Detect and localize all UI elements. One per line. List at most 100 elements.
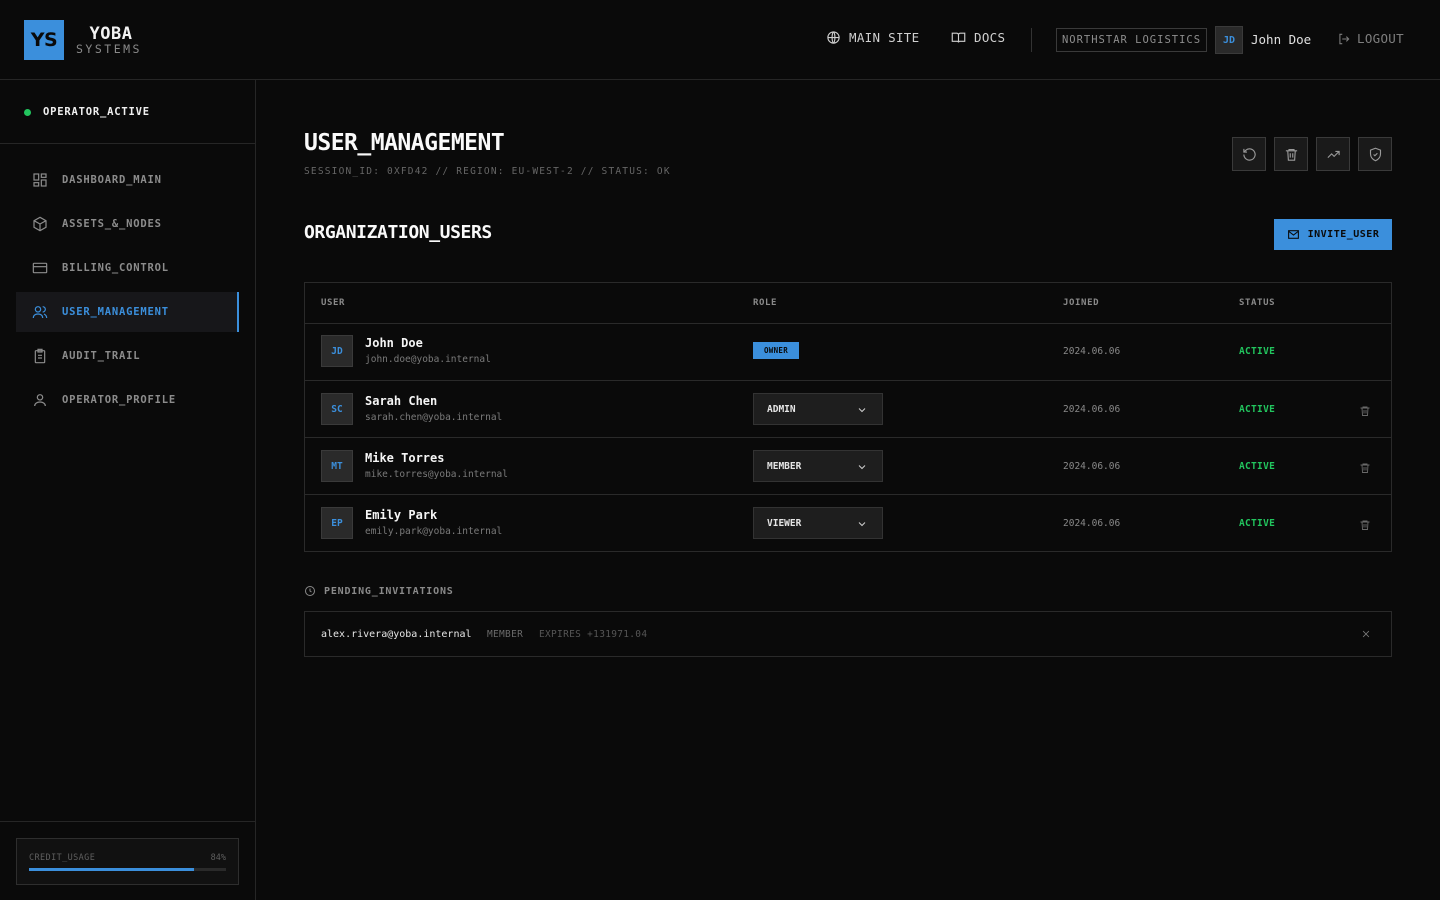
page-subtitle: SESSION_ID: 0XFD42 // REGION: EU-WEST-2 … [304,166,671,177]
pending-invitations-header: PENDING_INVITATIONS [304,585,454,597]
dashboard-icon [33,173,47,187]
joined-date: 2024.06.06 [1063,518,1121,529]
logout-label: LOGOUT [1357,31,1404,46]
joined-date: 2024.06.06 [1063,346,1121,357]
trash-icon [1360,406,1370,416]
docs-link[interactable]: DOCS [951,30,1005,45]
sidebar-item-billing[interactable]: BILLING_CONTROL [16,248,239,288]
clock-icon [305,586,315,596]
book-icon [951,32,966,43]
status-badge: ACTIVE [1239,404,1276,415]
trash-icon [1360,463,1370,473]
sidebar-divider [0,143,255,144]
operator-status: OPERATOR_ACTIVE [24,106,150,118]
top-header: YS YOBA SYSTEMS MAIN SITE DOCS NORTHSTAR… [0,0,1440,80]
avatar: EP [321,507,353,539]
table-row: SC Sarah Chen sarah.chen@yoba.internal A… [305,380,1391,437]
sidebar-item-label: OPERATOR_PROFILE [62,394,176,406]
user-avatar[interactable]: JD [1215,26,1243,54]
main-site-label: MAIN SITE [849,30,920,45]
refresh-button[interactable] [1232,137,1266,171]
globe-icon [827,31,840,44]
user-email: mike.torres@yoba.internal [365,469,508,480]
chevron-down-icon [858,408,866,413]
column-header-role[interactable]: ROLE [753,298,777,308]
avatar: MT [321,450,353,482]
security-button[interactable] [1358,137,1392,171]
current-user-name[interactable]: John Doe [1251,32,1311,47]
table-row: JD John Doe john.doe@yoba.internal OWNER… [305,323,1391,380]
box-icon [33,216,47,232]
role-select[interactable]: MEMBER [753,450,883,482]
invite-email: alex.rivera@yoba.internal [321,629,472,640]
status-badge: ACTIVE [1239,346,1276,357]
pending-invitations-title: PENDING_INVITATIONS [324,585,454,597]
joined-date: 2024.06.06 [1063,461,1121,472]
section-title: ORGANIZATION_USERS [304,222,492,243]
user-name: John Doe [365,336,423,350]
role-select[interactable]: VIEWER [753,507,883,539]
pending-invitation-item: alex.rivera@yoba.internal MEMBER EXPIRES… [304,611,1392,657]
brand-name: YOBA [89,24,133,44]
status-badge: ACTIVE [1239,518,1276,529]
joined-date: 2024.06.06 [1063,404,1121,415]
sidebar-item-label: DASHBOARD_MAIN [62,174,162,186]
role-select-value: MEMBER [767,460,802,472]
credit-usage-label: CREDIT_USAGE [29,853,96,863]
sidebar-item-audit-trail[interactable]: AUDIT_TRAIL [16,336,239,376]
sidebar-item-assets[interactable]: ASSETS_&_NODES [16,204,239,244]
user-email: emily.park@yoba.internal [365,526,503,537]
chevron-down-icon [858,522,866,527]
analytics-button[interactable] [1316,137,1350,171]
mail-icon [1287,230,1299,239]
remove-user-button[interactable] [1359,516,1373,530]
invite-expiry: EXPIRES +131971.04 [539,629,648,640]
status-dot [24,108,31,116]
main-site-link[interactable]: MAIN SITE [826,30,919,45]
remove-user-button[interactable] [1359,459,1373,473]
user-email: sarah.chen@yoba.internal [365,412,503,423]
column-header-user[interactable]: USER [321,298,345,308]
chevron-down-icon [858,465,866,470]
header-divider [1031,28,1032,52]
revoke-invite-button[interactable] [1360,627,1372,641]
remove-user-button[interactable] [1359,402,1373,416]
credit-usage-panel: CREDIT_USAGE 84% [16,838,239,885]
organization-badge[interactable]: NORTHSTAR LOGISTICS [1056,28,1207,52]
clipboard-icon [34,348,46,364]
user-email: john.doe@yoba.internal [365,354,491,365]
sidebar-item-dashboard[interactable]: DASHBOARD_MAIN [16,160,239,200]
docs-label: DOCS [974,30,1006,45]
role-select[interactable]: ADMIN [753,393,883,425]
sidebar-item-label: AUDIT_TRAIL [62,350,141,362]
delete-toolbar-button[interactable] [1274,137,1308,171]
logout-icon [1339,33,1350,44]
owner-badge: OWNER [753,342,799,359]
invite-user-button[interactable]: INVITE_USER [1274,219,1392,250]
trending-up-icon [1326,150,1340,158]
invite-role: MEMBER [487,629,524,640]
sidebar-divider-bottom [0,821,255,822]
column-header-status[interactable]: STATUS [1239,298,1275,308]
invite-user-label: INVITE_USER [1307,229,1380,240]
sidebar: OPERATOR_ACTIVE DASHBOARD_MAIN ASSETS_&_… [0,80,256,900]
refresh-icon [1242,147,1256,161]
logout-button[interactable]: LOGOUT [1337,31,1404,46]
table-row: MT Mike Torres mike.torres@yoba.internal… [305,437,1391,494]
page-title: USER_MANAGEMENT [304,130,505,156]
logo-mark[interactable]: YS [24,20,64,60]
sidebar-item-label: BILLING_CONTROL [62,262,169,274]
close-icon [1362,630,1370,638]
user-name: Sarah Chen [365,394,438,408]
column-header-joined[interactable]: JOINED [1063,298,1099,308]
credit-usage-fill [29,868,195,871]
brand-subtitle: SYSTEMS [76,42,142,56]
table-row: EP Emily Park emily.park@yoba.internal V… [305,494,1391,551]
users-table: USER ROLE JOINED STATUS JD John Doe john… [304,282,1392,552]
sidebar-item-user-management[interactable]: USER_MANAGEMENT [16,292,239,332]
status-badge: ACTIVE [1239,461,1276,472]
sidebar-item-operator-profile[interactable]: OPERATOR_PROFILE [16,380,239,420]
shield-check-icon [1369,147,1381,161]
sidebar-item-label: USER_MANAGEMENT [62,306,169,318]
credit-usage-percent: 84% [210,853,226,863]
